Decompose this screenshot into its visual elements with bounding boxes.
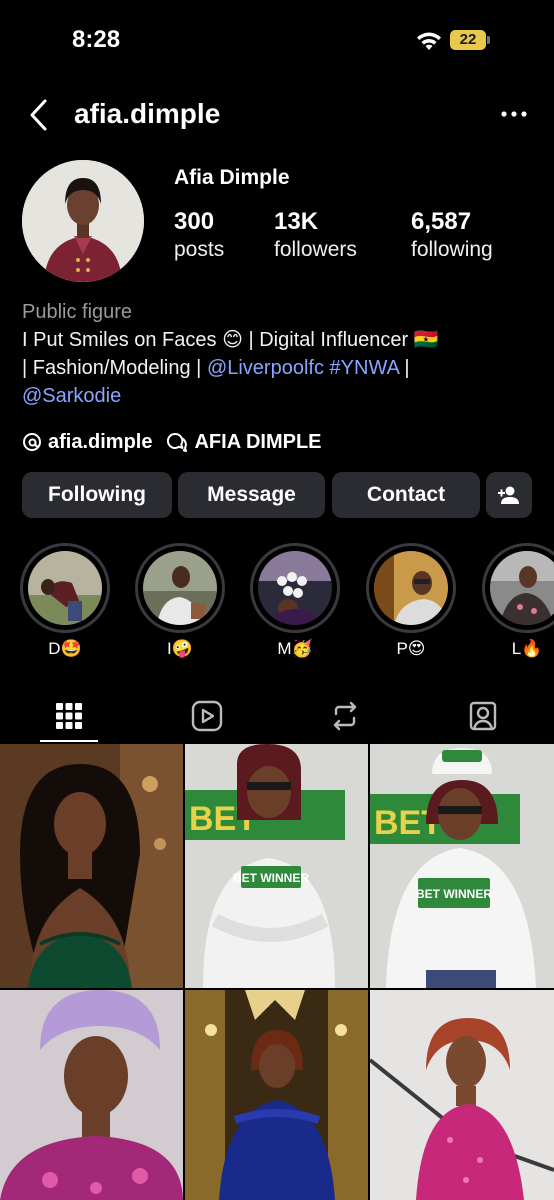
following-stat[interactable]: 6,587 following xyxy=(411,208,493,262)
grid-post[interactable]: BET BET WINNER xyxy=(370,744,554,988)
highlight-ring xyxy=(20,543,110,633)
posts-grid: BET BET WINNER BET BET WINNER xyxy=(0,744,554,1200)
highlight-ring xyxy=(250,543,340,633)
highlight-cover xyxy=(374,551,448,625)
reels-icon xyxy=(191,700,223,732)
highlight-m[interactable]: M🥳 xyxy=(250,543,340,659)
followers-stat[interactable]: 13K followers xyxy=(274,208,357,262)
avatar-photo xyxy=(22,160,144,282)
posts-stat[interactable]: 300 posts xyxy=(174,208,224,262)
highlight-cover xyxy=(143,551,217,625)
highlight-label: I🤪 xyxy=(167,639,193,658)
message-button[interactable]: Message xyxy=(178,472,325,518)
back-icon[interactable] xyxy=(28,98,50,132)
following-count: 6,587 xyxy=(411,208,472,235)
highlight-label: D🤩 xyxy=(48,639,82,658)
tab-reposts[interactable] xyxy=(276,688,414,744)
battery-indicator: 22 xyxy=(450,30,486,50)
followers-count: 13K xyxy=(274,208,319,235)
highlight-i[interactable]: I🤪 xyxy=(135,543,225,659)
broadcast-channel-link[interactable]: AFIA DIMPLE xyxy=(166,430,322,454)
highlight-cover xyxy=(490,551,554,625)
highlight-label: P😍 xyxy=(396,639,426,658)
bio-category: Public figure xyxy=(22,301,133,323)
profile-bio: Public figure I Put Smiles on Faces 😊 | … xyxy=(22,298,542,410)
tab-posts-grid[interactable] xyxy=(0,688,138,744)
bio-line-2-prefix: | Fashion/Modeling | xyxy=(22,357,207,379)
channel-name: AFIA DIMPLE xyxy=(194,430,322,453)
post-badge: BET WINNER xyxy=(233,871,309,885)
tab-tagged[interactable] xyxy=(414,688,552,744)
profile-header: afia.dimple xyxy=(0,90,554,140)
profile-tabs xyxy=(0,688,554,744)
highlight-ring xyxy=(366,543,456,633)
bio-link-sarkodie[interactable]: @Sarkodie xyxy=(22,385,121,407)
highlight-p[interactable]: P😍 xyxy=(366,543,456,659)
bio-line-3: @Sarkodie xyxy=(22,382,542,410)
contact-button[interactable]: Contact xyxy=(332,472,480,518)
profile-links-row: afia.dimple AFIA DIMPLE xyxy=(22,428,336,456)
header-username: afia.dimple xyxy=(74,98,221,129)
add-person-icon xyxy=(498,486,519,504)
following-label: following xyxy=(411,238,493,261)
bio-link-ynwa[interactable]: #YNWA xyxy=(330,357,399,379)
active-tab-indicator xyxy=(40,740,98,742)
grid-post[interactable] xyxy=(0,744,183,988)
threads-handle: afia.dimple xyxy=(48,430,153,453)
bio-line-2-suffix: | xyxy=(398,357,410,379)
channel-icon xyxy=(167,432,188,452)
highlight-ring xyxy=(482,543,554,633)
bio-line-1: I Put Smiles on Faces 😊 | Digital Influe… xyxy=(22,329,439,351)
posts-label: posts xyxy=(174,238,225,261)
grid-post[interactable] xyxy=(185,990,368,1200)
battery-nub xyxy=(487,36,490,44)
reposts-icon xyxy=(333,701,357,731)
threads-link[interactable]: afia.dimple xyxy=(22,431,152,454)
following-button[interactable]: Following xyxy=(22,472,172,518)
display-name: Afia Dimple xyxy=(174,166,290,189)
bio-line-2: | Fashion/Modeling | @Liverpoolfc #YNWA … xyxy=(22,354,542,382)
tab-reels[interactable] xyxy=(138,688,276,744)
status-bar: 8:28 22 xyxy=(0,0,554,80)
posts-count: 300 xyxy=(174,208,215,235)
highlight-d[interactable]: D🤩 xyxy=(20,543,110,659)
profile-avatar[interactable] xyxy=(22,160,144,282)
grid-post[interactable]: BET BET WINNER xyxy=(185,744,368,988)
wifi-icon xyxy=(417,32,441,50)
threads-icon xyxy=(23,433,41,451)
grid-post[interactable] xyxy=(370,990,554,1200)
grid-post[interactable] xyxy=(0,990,183,1200)
highlight-label: L🔥 xyxy=(511,639,543,658)
followers-label: followers xyxy=(274,238,357,261)
post-badge: BET WINNER xyxy=(416,887,492,901)
highlight-cover xyxy=(258,551,332,625)
bio-link-liverpoolfc[interactable]: @Liverpoolfc xyxy=(207,357,324,379)
highlight-label: M🥳 xyxy=(277,639,313,658)
highlight-cover xyxy=(28,551,102,625)
highlight-l[interactable]: L🔥 xyxy=(482,543,554,659)
highlight-ring xyxy=(135,543,225,633)
suggested-users-button[interactable] xyxy=(486,472,532,518)
tagged-icon xyxy=(469,701,497,731)
more-options-icon[interactable] xyxy=(500,104,528,124)
status-time: 8:28 xyxy=(72,26,121,53)
grid-icon xyxy=(56,703,82,729)
